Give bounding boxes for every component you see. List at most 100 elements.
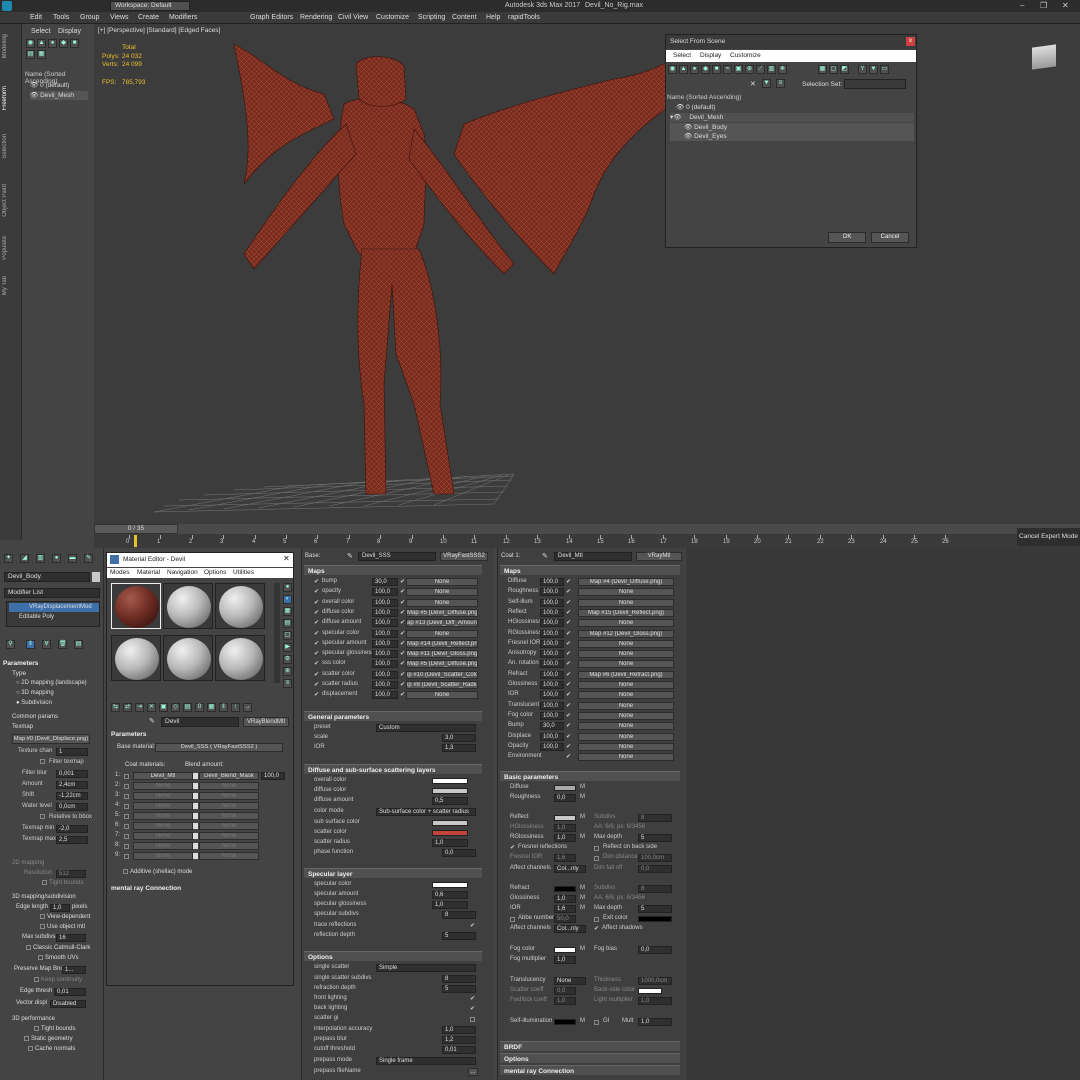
menu-graph-editors[interactable]: Graph Editors <box>250 14 293 21</box>
menu-group[interactable]: Group <box>80 14 99 21</box>
remove-modifier-icon[interactable]: 🗑 <box>58 640 67 649</box>
map-enable-checkbox[interactable]: ✔ <box>400 640 405 650</box>
material-navigator-icon[interactable]: ≡ <box>283 679 292 688</box>
max-subdivs-spinner[interactable]: 16 <box>56 934 86 942</box>
eye-icon[interactable]: 👁 <box>30 92 38 99</box>
map-slot-button[interactable]: None <box>578 711 674 720</box>
filter-icon[interactable]: ◉ <box>26 39 35 48</box>
dialog-menu-display[interactable]: Display <box>700 52 721 59</box>
map-slot-button[interactable]: None <box>578 588 674 597</box>
side-tab-freeform[interactable]: Freeform <box>2 86 14 110</box>
coat-color-swatch[interactable] <box>193 823 198 829</box>
scatter-gi-checkbox[interactable] <box>470 1017 475 1022</box>
sample-type-icon[interactable]: ● <box>283 583 292 592</box>
param-spinner[interactable]: 2,5 <box>56 836 88 844</box>
map-enable-checkbox[interactable]: ✔ <box>400 691 405 701</box>
map-enable-checkbox[interactable]: ✔ <box>566 671 571 681</box>
select-by-material-icon[interactable]: ⊕ <box>283 667 292 676</box>
select-none-icon[interactable]: ▢ <box>829 65 838 74</box>
make-unique-icon[interactable]: ◇ <box>171 703 180 712</box>
map-enable-checkbox[interactable]: ✔ <box>566 619 571 629</box>
param-spinner[interactable]: -1,22cm <box>56 792 88 800</box>
map-amount-spinner[interactable]: 100,0 <box>540 681 564 689</box>
map-enable-checkbox[interactable]: ✔ <box>566 681 571 691</box>
map-enable-checkbox[interactable]: ✔ <box>566 702 571 712</box>
coat-enable-checkbox[interactable] <box>124 834 129 839</box>
blend-amount-spinner[interactable]: 100,0 <box>261 772 285 780</box>
eye-icon[interactable]: 👁 <box>684 124 692 131</box>
object-color-swatch[interactable] <box>92 572 100 582</box>
map-amount-spinner[interactable]: 100,0 <box>540 732 564 741</box>
fog-multiplier-spinner[interactable]: 1,0 <box>554 956 576 964</box>
coat-color-swatch[interactable] <box>193 783 198 789</box>
specular-subdivs-spinner[interactable]: 8 <box>442 911 476 919</box>
options-rollout[interactable]: Options <box>500 1053 680 1063</box>
map-enable-checkbox[interactable]: ✔ <box>400 588 405 598</box>
map-row-checkbox[interactable]: ✔ <box>314 588 319 598</box>
gi-checkbox[interactable] <box>594 1020 599 1025</box>
map-amount-spinner[interactable]: 100,0 <box>540 650 564 659</box>
material-slot-6[interactable] <box>215 635 265 681</box>
menu-tools[interactable]: Tools <box>53 14 69 21</box>
effects-channel-icon[interactable]: 0 <box>195 703 204 712</box>
map-slot-button[interactable]: None <box>578 732 674 741</box>
menu-rendering[interactable]: Rendering <box>300 14 332 21</box>
blend-map-button[interactable]: None <box>199 782 259 790</box>
map-row-checkbox[interactable]: ✔ <box>314 691 319 701</box>
map-amount-spinner[interactable]: 100,0 <box>540 742 564 751</box>
map-row-checkbox[interactable]: ✔ <box>314 599 319 609</box>
map-enable-checkbox[interactable]: ✔ <box>400 660 405 670</box>
map-row-checkbox[interactable]: ✔ <box>314 630 319 640</box>
diffuse-sss-rollout[interactable]: Diffuse and sub-surface scattering layer… <box>304 764 482 774</box>
keep-continuity-checkbox[interactable]: Keep continuity <box>34 977 82 983</box>
slots-scrollbar[interactable] <box>274 583 280 683</box>
map-amount-spinner[interactable]: 100,0 <box>372 608 398 617</box>
eye-icon[interactable]: 👁 <box>684 133 692 140</box>
menu-rapidtools[interactable]: rapidTools <box>508 14 540 21</box>
cancel-expert-mode-button[interactable]: Cancel Expert Mode <box>1017 528 1080 546</box>
show-end-icon[interactable]: ‖ <box>26 640 35 649</box>
map-slot-button[interactable]: Map #6 (Devil_Refract.png) <box>578 670 674 679</box>
material-slot-2[interactable] <box>163 583 213 629</box>
map-slot-button[interactable]: None <box>578 639 674 648</box>
bone-icon[interactable]: ⟋ <box>756 65 765 74</box>
maximize-icon[interactable]: ❐ <box>1040 1 1047 10</box>
exit-color-swatch[interactable] <box>638 916 672 922</box>
camera-icon[interactable]: ◆ <box>59 39 68 48</box>
map-enable-checkbox[interactable]: ✔ <box>566 733 571 743</box>
map-enable-checkbox[interactable]: ✔ <box>566 578 571 588</box>
menu-views[interactable]: Views <box>110 14 129 21</box>
side-tab-my-tab[interactable]: My Tab <box>2 276 14 295</box>
frame-slider[interactable] <box>94 524 1080 534</box>
helper-icon[interactable]: ■ <box>712 65 721 74</box>
specular-layer-rollout[interactable]: Specular layer <box>304 868 482 878</box>
fwd-bck-spinner[interactable]: 1,0 <box>554 997 576 1005</box>
material-name-field[interactable]: Devil_SSS <box>358 552 436 561</box>
map-amount-spinner[interactable]: 100,0 <box>540 598 564 607</box>
coat-enable-checkbox[interactable] <box>124 784 129 789</box>
list-item[interactable]: 👁 0 (default) <box>670 103 914 112</box>
maps-rollout[interactable]: Maps <box>304 565 482 575</box>
coat-material-button[interactable]: None <box>133 852 193 860</box>
menu-options[interactable]: Options <box>204 569 226 576</box>
scatter-color-swatch[interactable] <box>432 830 468 836</box>
additive-mode-checkbox[interactable]: Additive (shellac) mode <box>123 869 192 875</box>
map-amount-spinner[interactable]: 30,0 <box>372 578 398 586</box>
param-spinner[interactable]: 2,4cm <box>56 781 88 789</box>
param-spinner[interactable]: 0,001 <box>56 770 88 778</box>
refraction-depth-spinner[interactable]: 5 <box>442 985 476 993</box>
map-enable-checkbox[interactable]: ✔ <box>566 609 571 619</box>
blend-map-button[interactable]: None <box>199 792 259 800</box>
map-amount-spinner[interactable]: 100,0 <box>540 701 564 710</box>
tight-bounds-2d-checkbox[interactable]: Tight bounds <box>42 880 83 886</box>
map-amount-spinner[interactable]: 100,0 <box>372 629 398 638</box>
specular-amount-spinner[interactable]: 0,6 <box>432 891 468 899</box>
coat-enable-checkbox[interactable] <box>124 794 129 799</box>
scale-spinner[interactable]: 3,0 <box>442 734 476 742</box>
menu-modifiers[interactable]: Modifiers <box>169 14 197 21</box>
param-spinner[interactable]: 0,0cm <box>56 803 88 811</box>
coat-color-swatch[interactable] <box>193 843 198 849</box>
edge-thresh-spinner[interactable]: 0,01 <box>54 988 86 996</box>
base-material-button[interactable]: Devil_SSS ( VRayFastSSS2 ) <box>155 743 283 752</box>
get-material-icon[interactable]: ⇆ <box>111 703 120 712</box>
